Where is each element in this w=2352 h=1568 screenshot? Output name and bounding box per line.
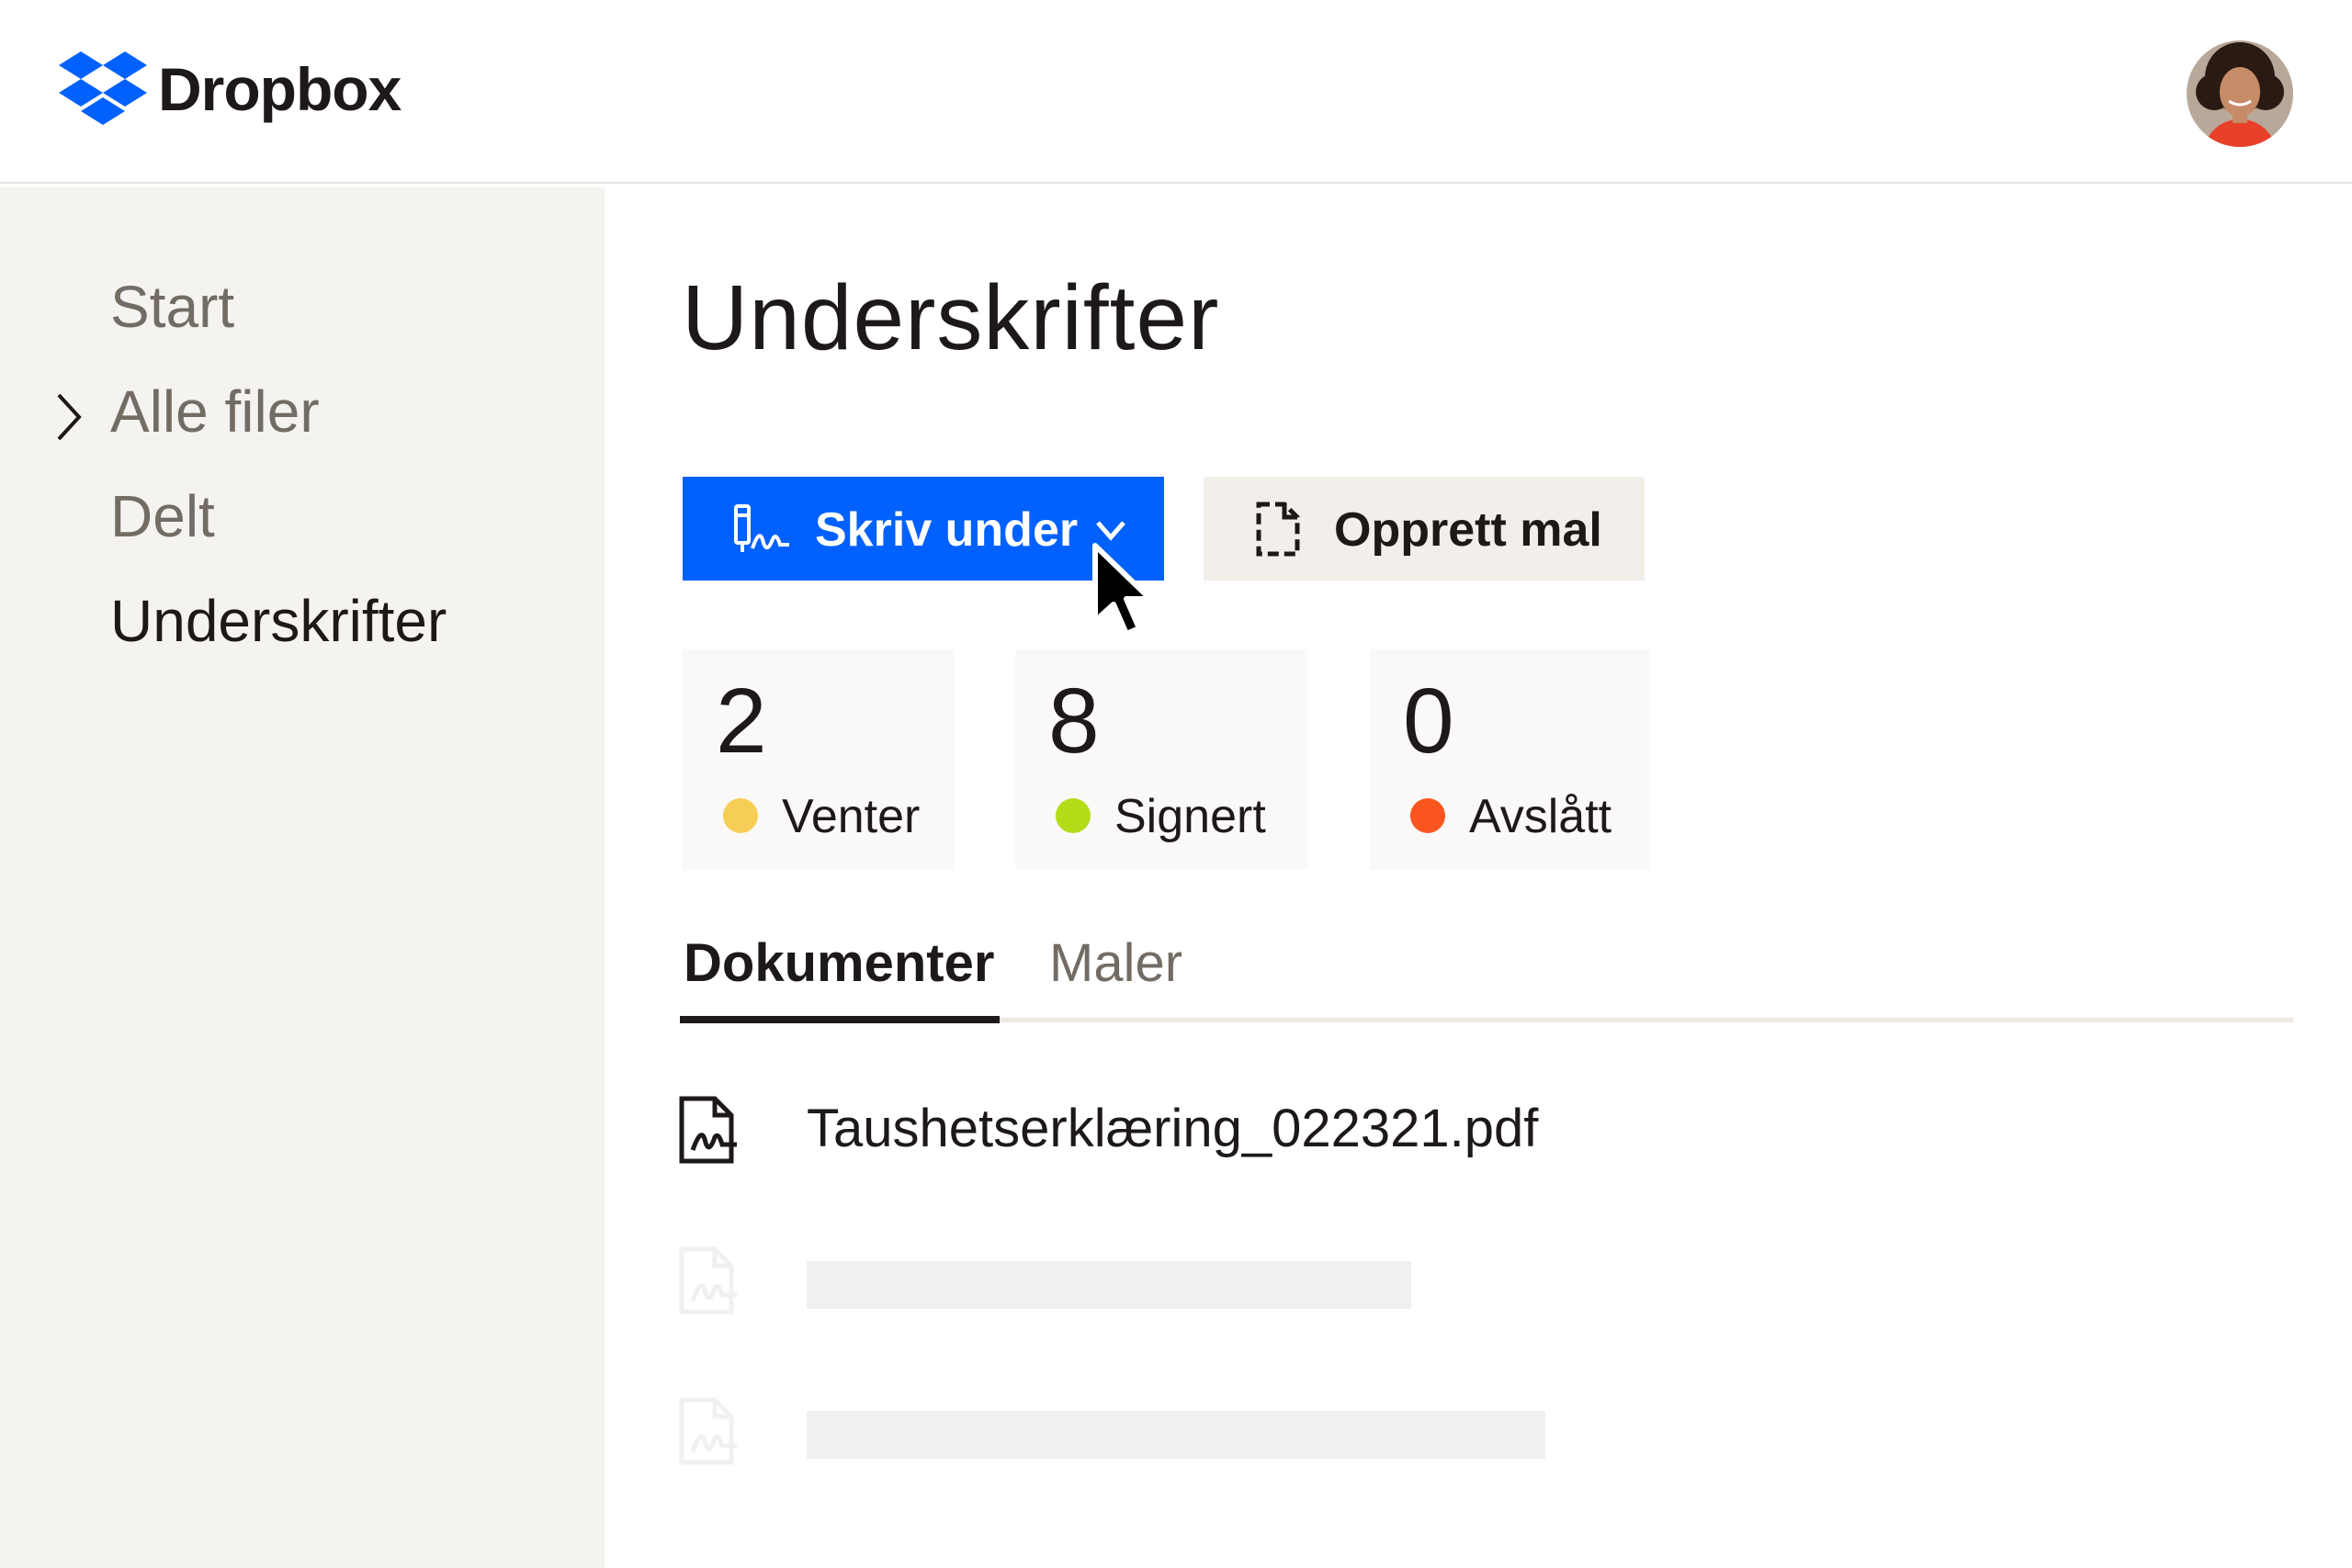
mouse-cursor-icon xyxy=(1092,543,1153,637)
logo-text: Dropbox xyxy=(158,55,401,123)
sidebar-item-underskrifter[interactable]: Underskrifter xyxy=(110,592,447,650)
status-dot-red xyxy=(1410,798,1445,833)
dropbox-icon xyxy=(59,51,147,125)
stat-label: Avslått xyxy=(1469,790,1612,843)
sidebar-item-start[interactable]: Start xyxy=(110,277,234,336)
stat-card-pending[interactable]: 2 Venter xyxy=(683,649,955,870)
page-title: Underskrifter xyxy=(682,266,1220,369)
stat-label: Venter xyxy=(782,790,921,843)
tab-dokumenter[interactable]: Dokumenter xyxy=(684,937,994,990)
sidebar-item-label: Underskrifter xyxy=(110,588,447,654)
tab-maler[interactable]: Maler xyxy=(1049,937,1182,990)
create-template-button[interactable]: Opprett mal xyxy=(1204,477,1645,581)
sidebar-item-alle-filer[interactable]: Alle filer xyxy=(110,382,320,441)
sidebar-item-label: Delt xyxy=(110,483,215,549)
status-dot-green xyxy=(1056,798,1091,833)
sidebar: Start Alle filer Delt Underskrifter xyxy=(0,187,605,1568)
document-placeholder-icon xyxy=(679,1397,737,1465)
create-template-label: Opprett mal xyxy=(1334,503,1602,557)
dropbox-logo[interactable]: Dropbox xyxy=(59,51,401,127)
signature-pen-icon xyxy=(734,504,789,552)
stat-card-signed[interactable]: 8 Signert xyxy=(1015,649,1307,870)
stat-count: 2 xyxy=(716,670,767,773)
chevron-right-icon[interactable] xyxy=(53,389,85,445)
stat-card-declined[interactable]: 0 Avslått xyxy=(1370,649,1649,870)
top-bar: Dropbox xyxy=(0,0,2352,184)
active-tab-indicator xyxy=(680,1016,1000,1023)
sign-button-label: Skriv under xyxy=(815,503,1079,557)
status-dot-yellow xyxy=(723,798,758,833)
document-dashed-icon xyxy=(1256,502,1300,557)
stat-count: 0 xyxy=(1403,670,1454,773)
placeholder-bar xyxy=(807,1261,1411,1309)
placeholder-bar xyxy=(807,1411,1545,1459)
sidebar-item-delt[interactable]: Delt xyxy=(110,487,215,546)
stat-count: 8 xyxy=(1048,670,1100,773)
user-avatar[interactable] xyxy=(2187,40,2293,147)
stat-label: Signert xyxy=(1114,790,1266,843)
sidebar-item-label: Start xyxy=(110,274,235,340)
sidebar-item-label: Alle filer xyxy=(110,378,320,445)
file-name[interactable]: Taushetserklæring_022321.pdf xyxy=(807,1102,1538,1156)
signed-document-icon xyxy=(679,1096,737,1164)
document-placeholder-icon xyxy=(679,1247,737,1314)
